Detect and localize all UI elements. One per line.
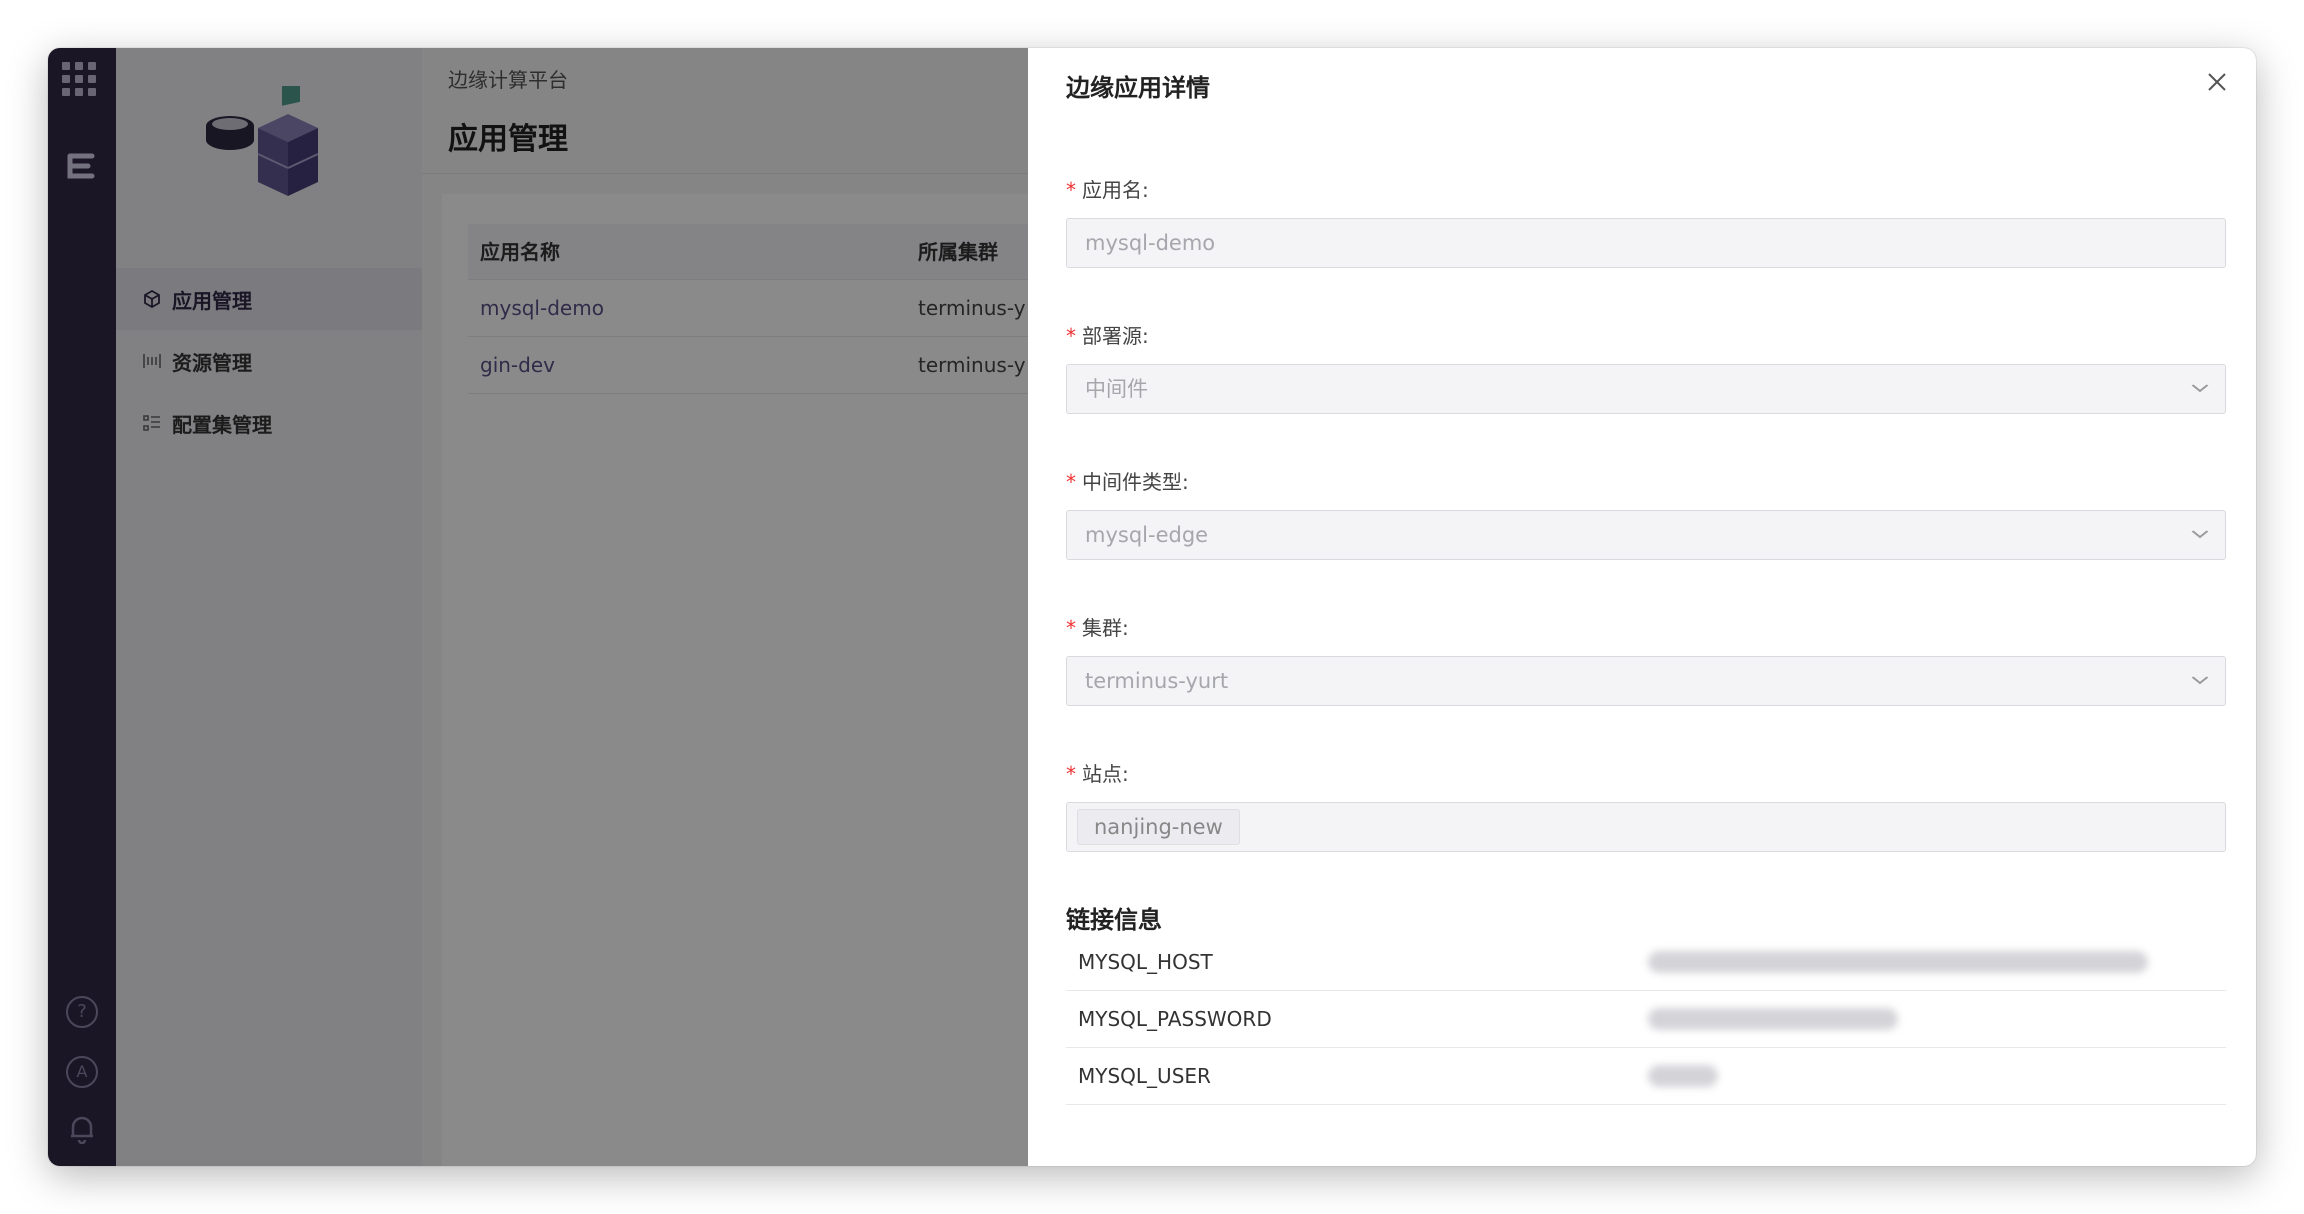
deploy-source-label: * 部署源: xyxy=(1066,324,1149,348)
required-mark: * xyxy=(1066,470,1076,494)
masked-value xyxy=(1648,1065,1718,1087)
app-detail-drawer: 边缘应用详情 * 应用名: mysql-demo * 部署源: 中间件 * 中间件类型… xyxy=(1028,48,2256,1166)
app-window: ? A 应用管理 资源管理 配置集管理 边缘计算平台 应用管理 应用名称 所属集… xyxy=(48,48,2256,1166)
connection-key: MYSQL_USER xyxy=(1078,1064,1211,1088)
masked-value xyxy=(1648,951,2148,973)
cluster-label: * 集群: xyxy=(1066,616,1129,640)
connection-key: MYSQL_PASSWORD xyxy=(1078,1007,1272,1031)
connection-info-title: 链接信息 xyxy=(1066,906,1162,934)
masked-value xyxy=(1648,1008,1898,1030)
site-multiselect[interactable]: nanjing-new xyxy=(1066,802,2226,852)
cluster-select[interactable]: terminus-yurt xyxy=(1066,656,2226,706)
connection-row: MYSQL_HOST xyxy=(1066,934,2226,991)
middleware-type-label: * 中间件类型: xyxy=(1066,470,1189,494)
required-mark: * xyxy=(1066,616,1076,640)
middleware-type-select[interactable]: mysql-edge xyxy=(1066,510,2226,560)
app-name-label: * 应用名: xyxy=(1066,178,1149,202)
required-mark: * xyxy=(1066,324,1076,348)
chevron-down-icon xyxy=(2190,657,2211,724)
close-icon[interactable] xyxy=(2202,70,2232,100)
drawer-title: 边缘应用详情 xyxy=(1066,74,1210,102)
connection-row: MYSQL_USER xyxy=(1066,1048,2226,1105)
connection-row: MYSQL_PASSWORD xyxy=(1066,991,2226,1048)
site-tag: nanjing-new xyxy=(1077,809,1240,845)
required-mark: * xyxy=(1066,762,1076,786)
chevron-down-icon xyxy=(2190,511,2211,578)
site-label: * 站点: xyxy=(1066,762,1129,786)
app-name-input[interactable]: mysql-demo xyxy=(1066,218,2226,268)
required-mark: * xyxy=(1066,178,1076,202)
connection-key: MYSQL_HOST xyxy=(1078,950,1213,974)
chevron-down-icon xyxy=(2190,365,2211,432)
deploy-source-select[interactable]: 中间件 xyxy=(1066,364,2226,414)
